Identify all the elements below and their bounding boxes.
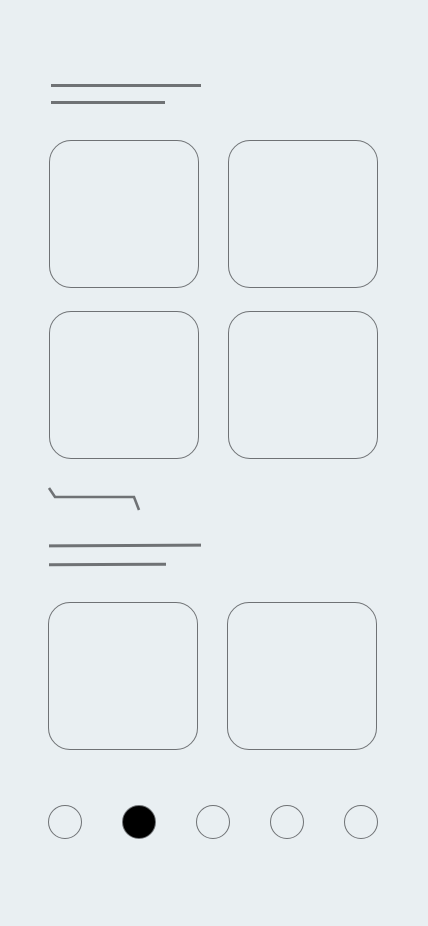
section-2-title-placeholder xyxy=(48,543,202,548)
tile-3[interactable] xyxy=(49,311,199,459)
tile-6[interactable] xyxy=(227,602,377,750)
tile-5[interactable] xyxy=(48,602,198,750)
section-2-subtitle-placeholder xyxy=(48,562,167,567)
pager-dot-5[interactable] xyxy=(344,805,378,839)
pager-dot-3[interactable] xyxy=(196,805,230,839)
pager-dot-1[interactable] xyxy=(48,805,82,839)
section-1-title-placeholder xyxy=(51,84,201,87)
pager-dot-2-active[interactable] xyxy=(122,805,156,839)
section-1-subtitle-placeholder xyxy=(51,101,165,104)
divider-squiggle xyxy=(47,487,141,511)
pager-dot-4[interactable] xyxy=(270,805,304,839)
tile-4[interactable] xyxy=(228,311,378,459)
tile-1[interactable] xyxy=(49,140,199,288)
tile-2[interactable] xyxy=(228,140,378,288)
